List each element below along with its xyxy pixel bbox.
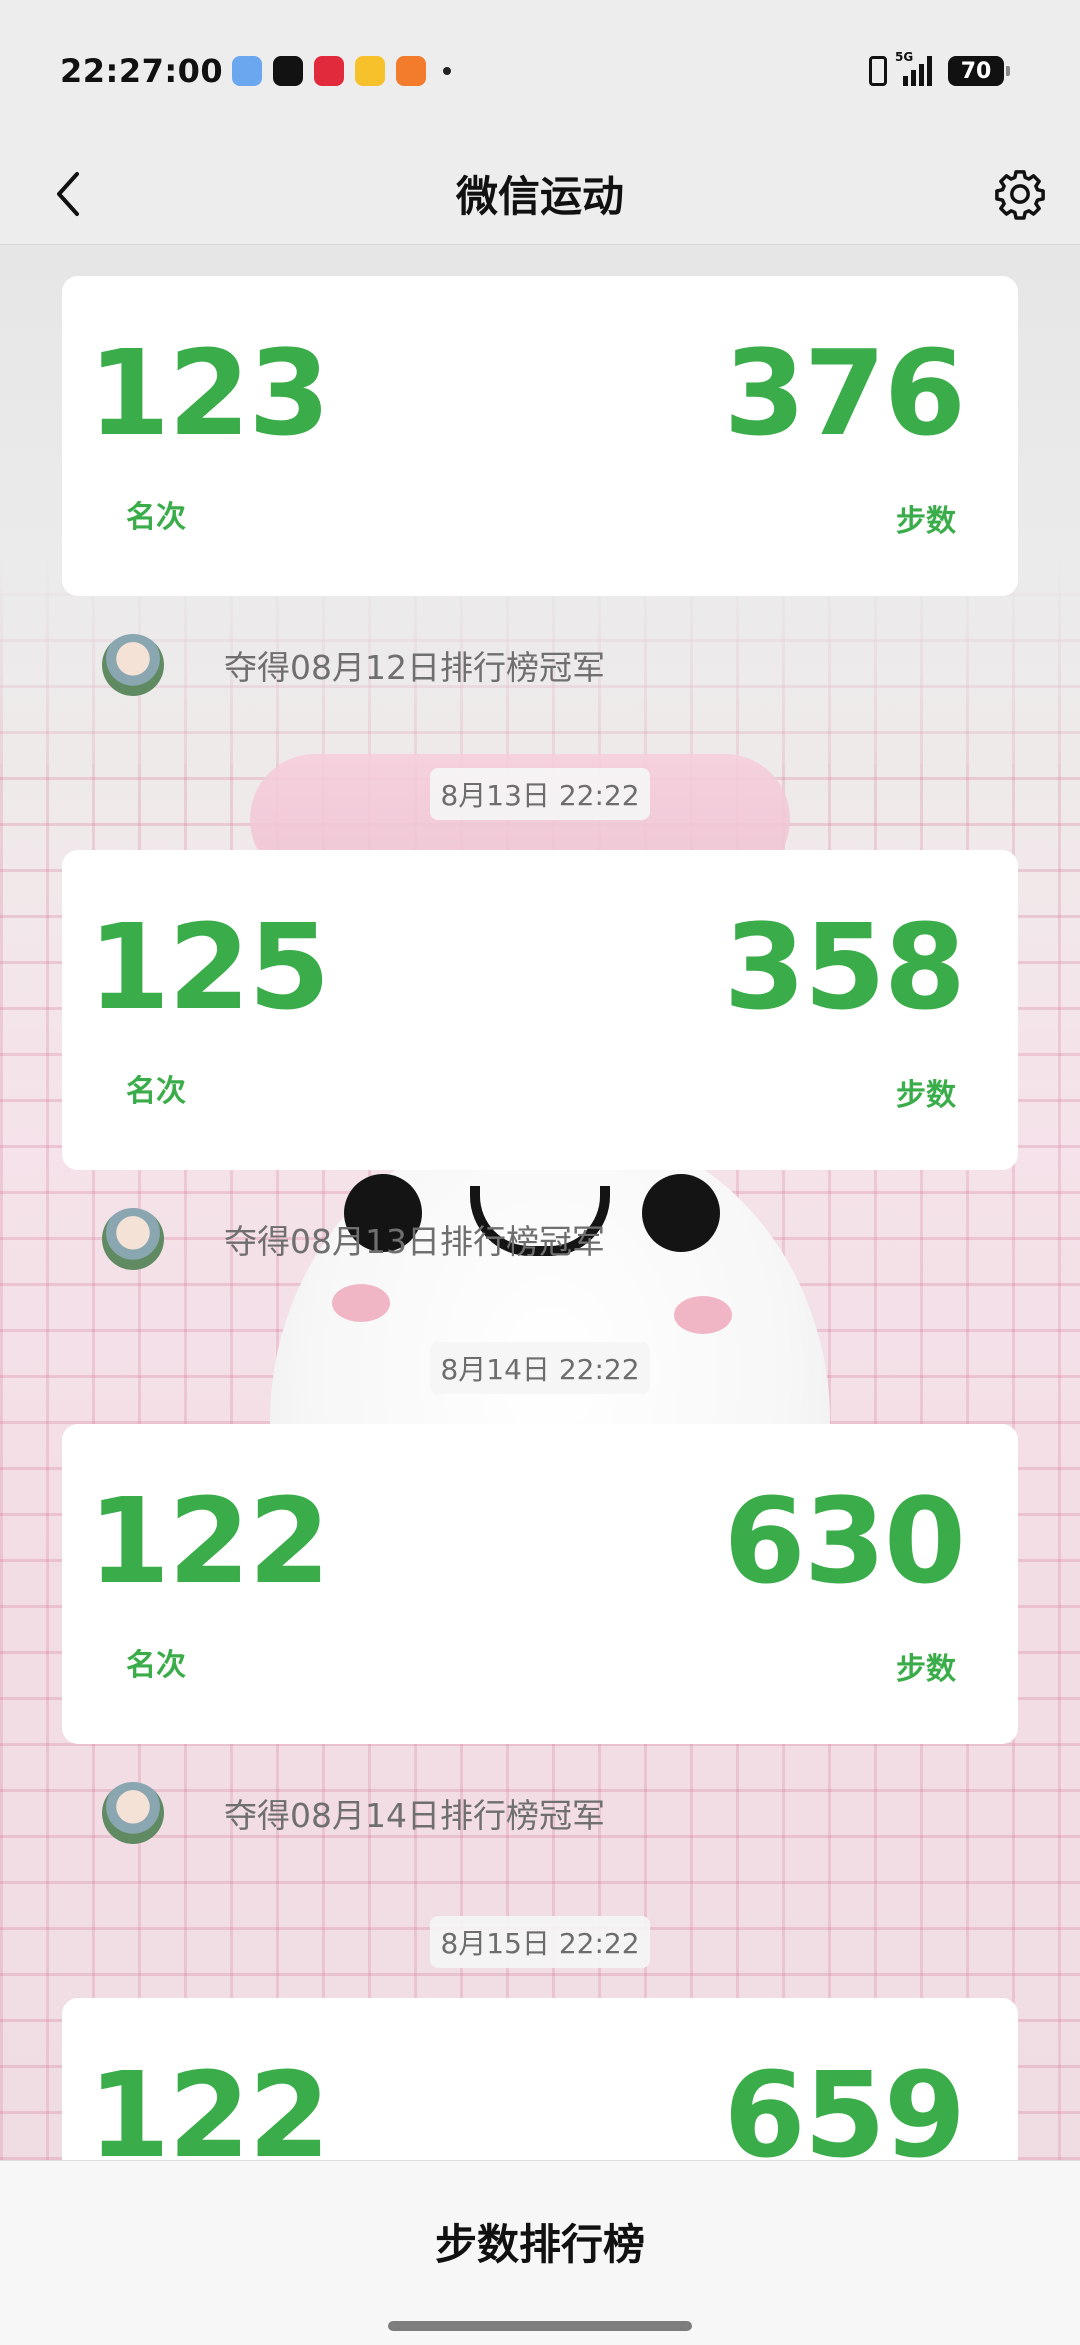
avatar[interactable]	[102, 1782, 164, 1844]
step-card[interactable]: 125 358 名次 步数	[62, 850, 1018, 1170]
timestamp: 8月13日 22:22	[0, 768, 1080, 820]
bottom-bar: 步数排行榜	[0, 2160, 1080, 2345]
battery-icon: 70	[948, 56, 1010, 86]
weather-app-icon	[232, 56, 262, 86]
rank-value: 123	[88, 324, 330, 462]
steps-label: 步数	[896, 1652, 956, 1687]
rank-label: 名次	[126, 1648, 186, 1683]
steps-value: 659	[723, 2046, 966, 2160]
timestamp-text: 8月15日 22:22	[430, 1916, 650, 1968]
steps-value: 376	[723, 324, 966, 462]
page-title: 微信运动	[455, 172, 624, 221]
champion-row[interactable]: 夺得08月13日排行榜冠军	[102, 1204, 1002, 1274]
battery-level: 70	[960, 58, 992, 84]
step-card[interactable]: 123 376 名次 步数	[62, 276, 1018, 596]
network-type: 5G	[895, 50, 914, 64]
signal-icon: 5G	[895, 50, 932, 86]
vibrate-icon	[869, 56, 887, 86]
timestamp: 8月14日 22:22	[0, 1342, 1080, 1394]
champion-row[interactable]: 夺得08月14日排行榜冠军	[102, 1778, 1002, 1848]
status-bar: 22:27:00 5G 70	[0, 0, 1080, 150]
more-notifications-dot-icon	[443, 67, 451, 75]
champion-text: 夺得08月12日排行榜冠军	[224, 648, 605, 687]
steps-value: 630	[723, 1472, 966, 1610]
steps-label: 步数	[896, 504, 956, 539]
steps-value: 358	[723, 898, 966, 1036]
champion-text: 夺得08月13日排行榜冠军	[224, 1222, 605, 1261]
rank-label: 名次	[126, 500, 186, 535]
rank-value: 122	[88, 1472, 330, 1610]
nav-bar: 微信运动	[0, 150, 1080, 245]
gear-icon	[995, 170, 1045, 220]
timestamp-text: 8月13日 22:22	[430, 768, 650, 820]
avatar[interactable]	[102, 634, 164, 696]
notification-icons	[232, 56, 451, 86]
status-time: 22:27:00	[60, 52, 224, 90]
rank-value: 125	[88, 898, 330, 1036]
rank-label: 名次	[126, 1074, 186, 1109]
timestamp: 8月15日 22:22	[0, 1916, 1080, 1968]
timestamp-text: 8月14日 22:22	[430, 1342, 650, 1394]
champion-text: 夺得08月14日排行榜冠军	[224, 1796, 605, 1835]
settings-button[interactable]	[988, 162, 1052, 226]
weibo-app-icon	[355, 56, 385, 86]
tiktok-app-icon	[273, 56, 303, 86]
rank-value: 122	[88, 2046, 330, 2160]
steps-label: 步数	[896, 1078, 956, 1113]
step-leaderboard-button[interactable]: 步数排行榜	[0, 2211, 1080, 2272]
system-indicators: 5G 70	[869, 50, 1010, 86]
orange-app-icon	[396, 56, 426, 86]
step-card[interactable]: 122 630 名次 步数	[62, 1424, 1018, 1744]
step-feed[interactable]: 123 376 名次 步数 夺得08月12日排行榜冠军 8月13日 22:22 …	[0, 244, 1080, 2160]
champion-row[interactable]: 夺得08月12日排行榜冠军	[102, 630, 1002, 700]
home-indicator[interactable]	[388, 2321, 692, 2331]
step-card[interactable]: 122 659 名次 步数	[62, 1998, 1018, 2160]
heart-app-icon	[314, 56, 344, 86]
avatar[interactable]	[102, 1208, 164, 1270]
